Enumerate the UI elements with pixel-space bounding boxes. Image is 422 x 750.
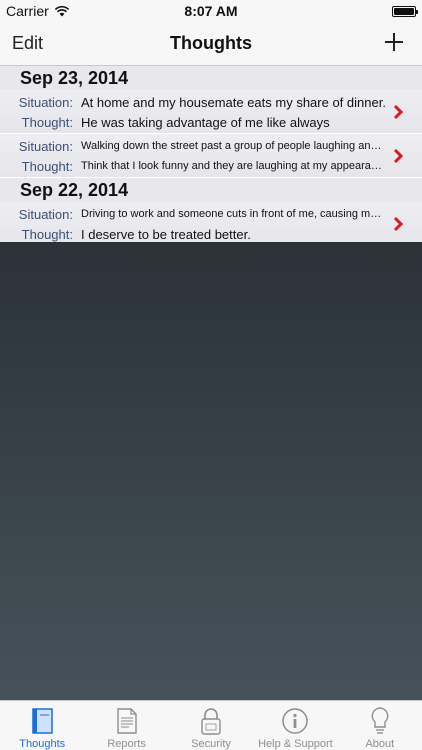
tab-label: About: [365, 738, 395, 750]
tab-label: Help & Support: [258, 738, 333, 750]
lock-icon: [201, 707, 221, 735]
tab-label: Security: [191, 738, 231, 750]
tab-reports[interactable]: Reports: [84, 701, 168, 750]
list-item[interactable]: Situation: Driving to work and someone c…: [0, 202, 422, 246]
tab-thoughts[interactable]: Thoughts: [0, 701, 84, 750]
tab-label: Reports: [107, 738, 146, 750]
situation-text: At home and my housemate eats my share o…: [81, 94, 386, 110]
empty-background: [0, 242, 422, 700]
thoughts-list: Sep 23, 2014 Situation: At home and my h…: [0, 66, 422, 246]
tab-label: Thoughts: [19, 738, 66, 750]
tab-bar: Thoughts Reports Security Help & Support…: [0, 700, 422, 750]
navigation-bar: Edit Thoughts: [0, 22, 422, 66]
tab-security[interactable]: Security: [169, 701, 253, 750]
section-header: Sep 23, 2014: [0, 66, 422, 90]
status-time: 8:07 AM: [184, 3, 238, 19]
lightbulb-icon: [371, 706, 389, 734]
thought-label: Thought:: [21, 226, 73, 242]
thought-label: Thought:: [21, 114, 73, 130]
page-title: Thoughts: [170, 33, 252, 53]
plus-icon[interactable]: [384, 32, 404, 52]
list-item[interactable]: Situation: At home and my housemate eats…: [0, 90, 422, 134]
thought-text: He was taking advantage of me like alway…: [81, 114, 330, 130]
list-item[interactable]: Situation: Walking down the street past …: [0, 134, 422, 178]
situation-text: Driving to work and someone cuts in fron…: [81, 208, 386, 220]
thought-text: Think that I look funny and they are lau…: [81, 160, 386, 172]
status-bar: Carrier 8:07 AM: [0, 0, 422, 22]
chevron-right-icon[interactable]: [392, 104, 404, 120]
tab-help-support[interactable]: Help & Support: [253, 701, 337, 750]
document-icon: [116, 707, 137, 734]
situation-label: Situation:: [18, 94, 73, 110]
battery-icon: [392, 6, 418, 17]
section-header: Sep 22, 2014: [0, 178, 422, 202]
chevron-right-icon[interactable]: [392, 216, 404, 232]
thought-text: I deserve to be treated better.: [81, 226, 251, 242]
thought-label: Thought:: [21, 158, 73, 174]
book-icon: [32, 707, 53, 734]
situation-label: Situation:: [18, 206, 73, 222]
info-icon: [282, 707, 309, 734]
chevron-right-icon[interactable]: [392, 148, 404, 164]
situation-label: Situation:: [18, 138, 73, 154]
tab-about[interactable]: About: [338, 701, 422, 750]
situation-text: Walking down the street past a group of …: [81, 140, 386, 152]
